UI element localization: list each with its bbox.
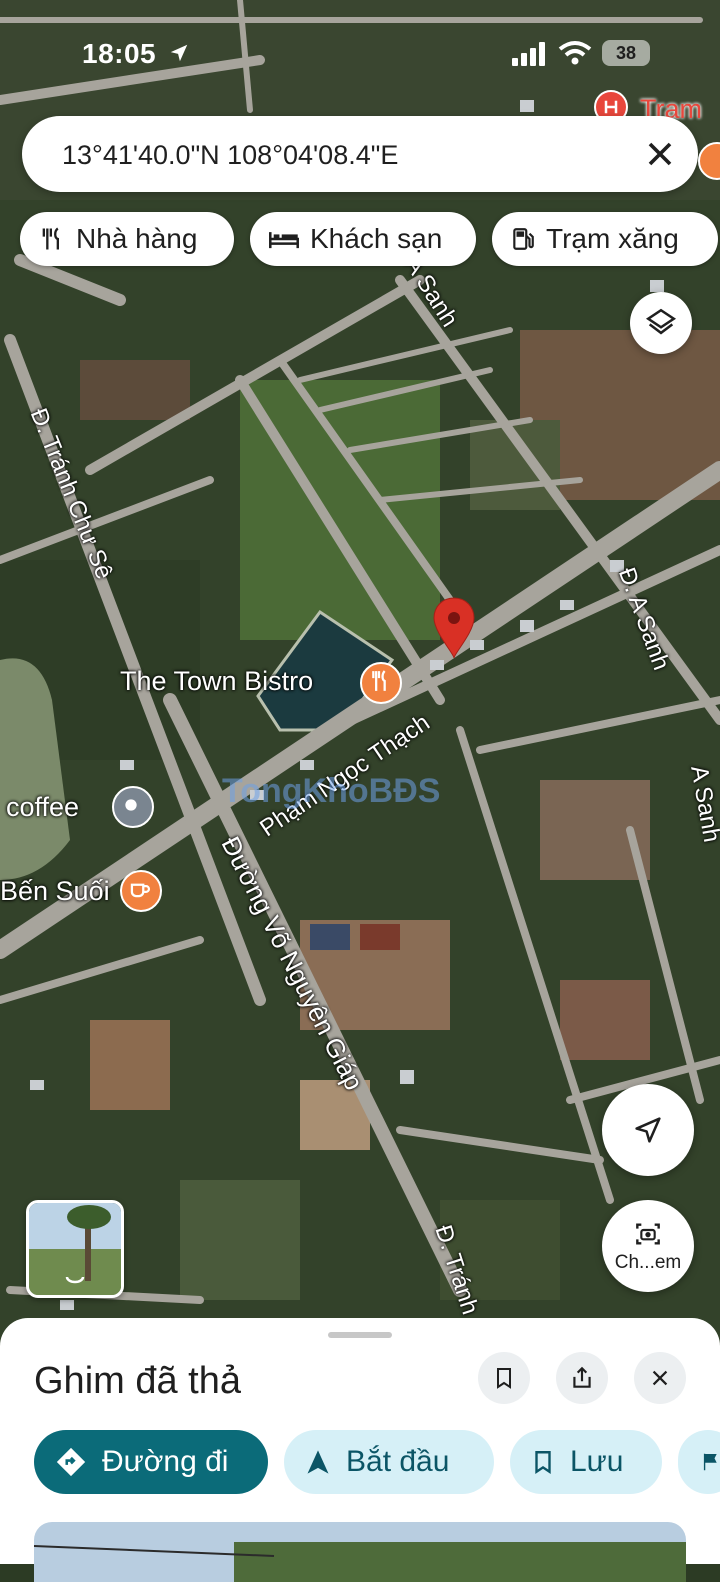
status-bar: 18:05 38 (0, 0, 720, 100)
more-action-button[interactable] (678, 1430, 720, 1494)
camera-scan-icon (636, 1223, 660, 1245)
start-button[interactable]: Bắt đầu (284, 1430, 494, 1494)
chip-label: Khách sạn (310, 223, 443, 254)
place-title: Ghim đã thả (34, 1360, 241, 1402)
dropped-pin-icon[interactable] (432, 596, 476, 660)
watermark: TongKhoBĐS (222, 772, 441, 810)
share-button[interactable] (556, 1352, 608, 1404)
poi-label-ben-suoi[interactable]: Bến Suối (0, 876, 110, 907)
search-input[interactable] (60, 130, 624, 180)
location-arrow-icon (170, 44, 188, 62)
clock: 18:05 (82, 38, 157, 69)
search-bar[interactable] (22, 116, 698, 192)
close-icon (652, 1370, 668, 1386)
navigation-arrow-icon (635, 1117, 661, 1143)
poi-label-coffee[interactable]: coffee (6, 792, 79, 823)
poi-label-bistro[interactable]: The Town Bistro (120, 666, 313, 697)
street-view-thumbnail[interactable] (26, 1200, 124, 1298)
wifi-icon (558, 41, 592, 65)
directions-label: Đường đi (102, 1445, 229, 1478)
chip-restaurants[interactable]: Nhà hàng (20, 212, 234, 266)
directions-button[interactable]: Đường đi (34, 1430, 268, 1494)
directions-icon (56, 1447, 86, 1477)
layers-icon (645, 308, 677, 335)
hotel-icon (269, 232, 299, 249)
chip-hotels[interactable]: Khách sạn (250, 212, 476, 266)
chip-label: Trạm xăng (546, 223, 679, 254)
chip-label: Nhà hàng (76, 223, 198, 254)
battery-indicator: 38 (602, 40, 650, 66)
save-label: Lưu (570, 1445, 624, 1478)
navigation-start-icon (307, 1450, 329, 1474)
category-chips: Nhà hàng Khách sạn Trạm xăng (20, 212, 720, 268)
gas-station-icon (513, 228, 534, 250)
share-icon (573, 1366, 591, 1388)
place-poi-icon[interactable] (112, 786, 154, 828)
place-photo-preview[interactable] (34, 1522, 686, 1582)
place-bottom-sheet[interactable]: Ghim đã thả Đường đi Bắt đầu Lưu (0, 1318, 720, 1582)
layers-button[interactable] (630, 292, 692, 354)
bookmark-icon (497, 1368, 511, 1389)
restaurant-icon (42, 227, 59, 250)
save-bookmark-button[interactable] (478, 1352, 530, 1404)
lens-label: Ch...em (614, 1252, 682, 1273)
drag-handle[interactable] (328, 1332, 392, 1338)
clear-search-icon[interactable] (640, 134, 680, 174)
cellular-signal-icon (512, 42, 545, 66)
cafe-poi-icon[interactable] (120, 870, 162, 912)
lens-button[interactable]: Ch...em (602, 1200, 694, 1292)
chip-gas-stations[interactable]: Trạm xăng (492, 212, 718, 266)
my-location-button[interactable] (602, 1084, 694, 1176)
save-button[interactable]: Lưu (510, 1430, 662, 1494)
start-label: Bắt đầu (346, 1445, 450, 1478)
flag-icon (703, 1453, 717, 1471)
restaurant-poi-icon[interactable] (360, 662, 402, 704)
bookmark-save-icon (535, 1451, 551, 1474)
close-sheet-button[interactable] (634, 1352, 686, 1404)
